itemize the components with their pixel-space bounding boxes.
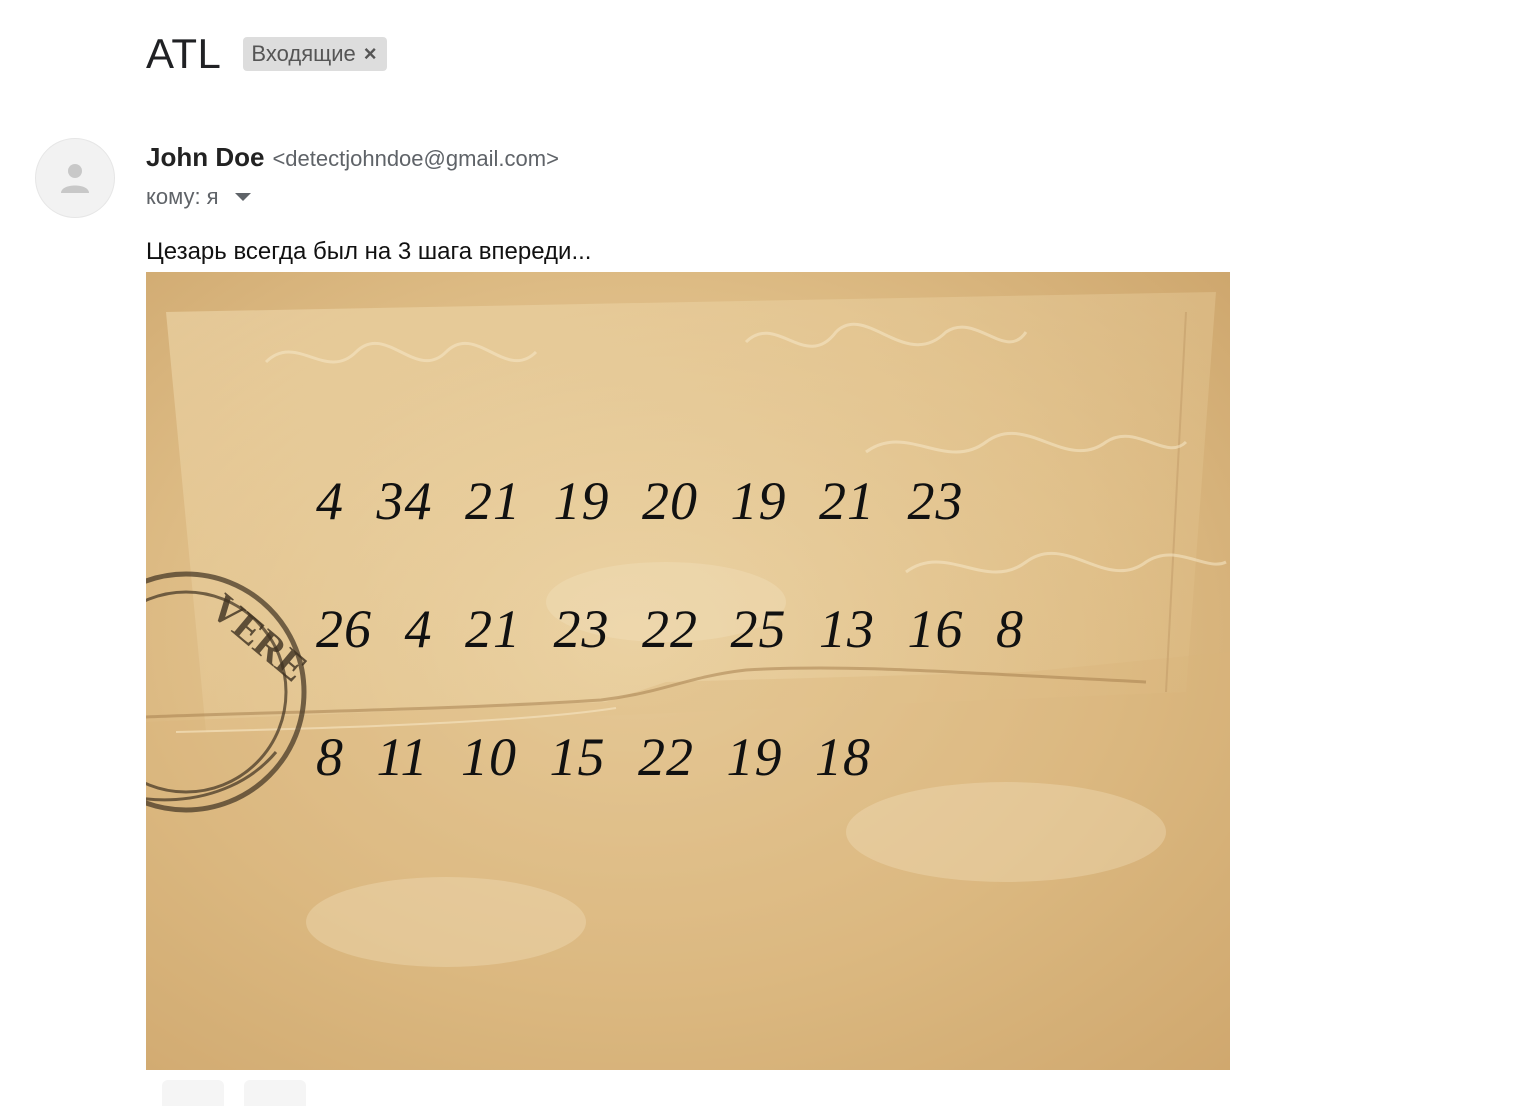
recipient-prefix: кому: (146, 184, 201, 209)
sender-row: John Doe <detectjohndoe@gmail.com> (146, 142, 559, 173)
attachment-save-button[interactable] (244, 1080, 306, 1106)
person-icon (61, 164, 89, 193)
recipient-value: я (206, 184, 219, 209)
attachment-download-button[interactable] (162, 1080, 224, 1106)
email-subject: ATL (146, 30, 222, 77)
cipher-line-3: 8 11 10 15 22 19 18 (316, 727, 871, 787)
sender-email: <detectjohndoe@gmail.com> (272, 146, 559, 171)
subject-row: ATL Входящие × (146, 30, 387, 78)
recipient-row: кому: я (146, 184, 251, 210)
email-view: ATL Входящие × John Doe <detectjohndoe@g… (0, 0, 1532, 1106)
aged-paper-image: VERE (146, 272, 1230, 1070)
email-body-text: Цезарь всегда был на 3 шага впереди... (146, 238, 592, 265)
sender-avatar[interactable] (35, 138, 115, 218)
cipher-line-1: 4 34 21 19 20 19 21 23 (316, 471, 964, 531)
attached-image[interactable]: VERE 4 34 21 19 20 19 21 23 26 4 21 23 2… (146, 272, 1230, 1070)
cipher-line-2: 26 4 21 23 22 25 13 16 8 (316, 599, 1024, 659)
remove-label-icon[interactable]: × (364, 43, 377, 65)
show-details-dropdown-icon[interactable] (234, 193, 251, 201)
sender-name[interactable]: John Doe (146, 142, 264, 173)
label-chip-inbox[interactable]: Входящие × (243, 37, 387, 71)
label-chip-text: Входящие (251, 41, 356, 66)
